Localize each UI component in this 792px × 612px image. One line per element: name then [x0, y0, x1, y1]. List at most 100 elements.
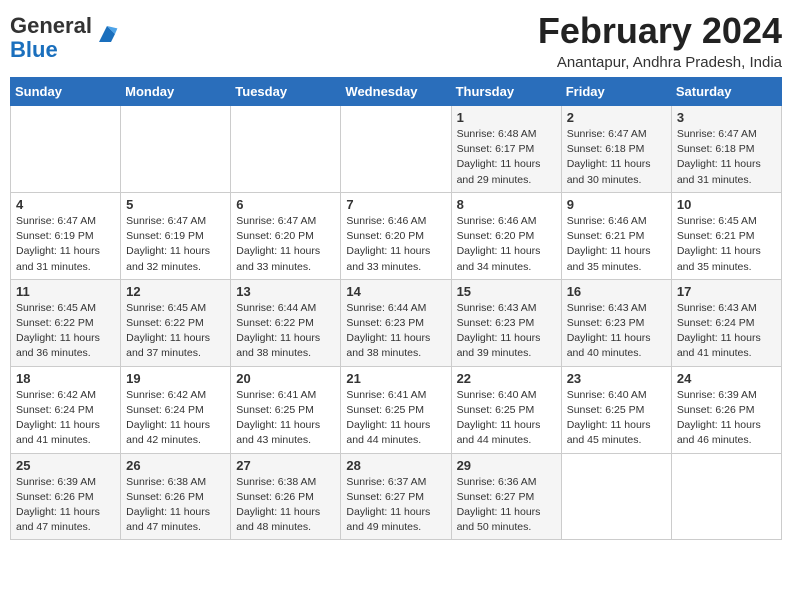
day-number: 16 — [567, 284, 666, 299]
day-info: Sunrise: 6:41 AM Sunset: 6:25 PM Dayligh… — [346, 388, 445, 449]
day-info: Sunrise: 6:38 AM Sunset: 6:26 PM Dayligh… — [126, 475, 225, 536]
day-info: Sunrise: 6:43 AM Sunset: 6:24 PM Dayligh… — [677, 301, 776, 362]
day-number: 13 — [236, 284, 335, 299]
day-number: 12 — [126, 284, 225, 299]
day-number: 6 — [236, 197, 335, 212]
day-info: Sunrise: 6:40 AM Sunset: 6:25 PM Dayligh… — [567, 388, 666, 449]
weekday-header-tuesday: Tuesday — [231, 78, 341, 106]
weekday-header-friday: Friday — [561, 78, 671, 106]
calendar-cell: 23 Sunrise: 6:40 AM Sunset: 6:25 PM Dayli… — [561, 366, 671, 453]
day-number: 26 — [126, 458, 225, 473]
day-info: Sunrise: 6:47 AM Sunset: 6:20 PM Dayligh… — [236, 214, 335, 275]
calendar-cell: 25Sunrise: 6:39 AM Sunset: 6:26 PM Dayli… — [11, 453, 121, 540]
weekday-header-row: SundayMondayTuesdayWednesdayThursdayFrid… — [11, 78, 782, 106]
week-row-2: 4 Sunrise: 6:47 AM Sunset: 6:19 PM Daylig… — [11, 192, 782, 279]
calendar-cell: 13Sunrise: 6:44 AM Sunset: 6:22 PM Dayli… — [231, 279, 341, 366]
calendar-cell — [121, 106, 231, 193]
day-info: Sunrise: 6:47 AM Sunset: 6:18 PM Dayligh… — [677, 127, 776, 188]
week-row-5: 25Sunrise: 6:39 AM Sunset: 6:26 PM Dayli… — [11, 453, 782, 540]
day-number: 14 — [346, 284, 445, 299]
day-number: 1 — [457, 110, 556, 125]
calendar-cell — [341, 106, 451, 193]
calendar-table: SundayMondayTuesdayWednesdayThursdayFrid… — [10, 77, 782, 540]
calendar-cell: 3 Sunrise: 6:47 AM Sunset: 6:18 PM Daylig… — [671, 106, 781, 193]
day-info: Sunrise: 6:42 AM Sunset: 6:24 PM Dayligh… — [126, 388, 225, 449]
calendar-cell: 16 Sunrise: 6:43 AM Sunset: 6:23 PM Dayli… — [561, 279, 671, 366]
month-title: February 2024 — [538, 10, 782, 52]
day-number: 4 — [16, 197, 115, 212]
calendar-cell: 17Sunrise: 6:43 AM Sunset: 6:24 PM Dayli… — [671, 279, 781, 366]
week-row-1: 1 Sunrise: 6:48 AM Sunset: 6:17 PM Daylig… — [11, 106, 782, 193]
day-number: 24 — [677, 371, 776, 386]
calendar-cell: 9 Sunrise: 6:46 AM Sunset: 6:21 PM Daylig… — [561, 192, 671, 279]
calendar-cell: 14 Sunrise: 6:44 AM Sunset: 6:23 PM Dayli… — [341, 279, 451, 366]
weekday-header-thursday: Thursday — [451, 78, 561, 106]
day-info: Sunrise: 6:48 AM Sunset: 6:17 PM Dayligh… — [457, 127, 556, 188]
day-number: 25 — [16, 458, 115, 473]
calendar-cell: 7Sunrise: 6:46 AM Sunset: 6:20 PM Daylig… — [341, 192, 451, 279]
day-number: 2 — [567, 110, 666, 125]
day-info: Sunrise: 6:47 AM Sunset: 6:19 PM Dayligh… — [16, 214, 115, 275]
logo-text: General Blue — [10, 14, 92, 62]
day-number: 29 — [457, 458, 556, 473]
calendar-cell — [11, 106, 121, 193]
page-header: General Blue February 2024 Anantapur, An… — [10, 10, 782, 71]
calendar-cell — [231, 106, 341, 193]
day-number: 22 — [457, 371, 556, 386]
day-info: Sunrise: 6:37 AM Sunset: 6:27 PM Dayligh… — [346, 475, 445, 536]
day-number: 19 — [126, 371, 225, 386]
calendar-cell: 26 Sunrise: 6:38 AM Sunset: 6:26 PM Dayli… — [121, 453, 231, 540]
logo-general: General — [10, 13, 92, 38]
day-number: 28 — [346, 458, 445, 473]
calendar-cell: 12 Sunrise: 6:45 AM Sunset: 6:22 PM Dayli… — [121, 279, 231, 366]
day-info: Sunrise: 6:41 AM Sunset: 6:25 PM Dayligh… — [236, 388, 335, 449]
calendar-cell: 24 Sunrise: 6:39 AM Sunset: 6:26 PM Dayli… — [671, 366, 781, 453]
day-number: 8 — [457, 197, 556, 212]
day-info: Sunrise: 6:44 AM Sunset: 6:23 PM Dayligh… — [346, 301, 445, 362]
week-row-3: 11Sunrise: 6:45 AM Sunset: 6:22 PM Dayli… — [11, 279, 782, 366]
day-number: 9 — [567, 197, 666, 212]
day-number: 10 — [677, 197, 776, 212]
calendar-cell: 8 Sunrise: 6:46 AM Sunset: 6:20 PM Daylig… — [451, 192, 561, 279]
day-info: Sunrise: 6:46 AM Sunset: 6:20 PM Dayligh… — [346, 214, 445, 275]
day-number: 3 — [677, 110, 776, 125]
day-number: 5 — [126, 197, 225, 212]
day-info: Sunrise: 6:43 AM Sunset: 6:23 PM Dayligh… — [457, 301, 556, 362]
day-info: Sunrise: 6:39 AM Sunset: 6:26 PM Dayligh… — [677, 388, 776, 449]
day-info: Sunrise: 6:47 AM Sunset: 6:18 PM Dayligh… — [567, 127, 666, 188]
day-info: Sunrise: 6:46 AM Sunset: 6:21 PM Dayligh… — [567, 214, 666, 275]
day-info: Sunrise: 6:43 AM Sunset: 6:23 PM Dayligh… — [567, 301, 666, 362]
day-number: 18 — [16, 371, 115, 386]
title-area: February 2024 Anantapur, Andhra Pradesh,… — [538, 10, 782, 71]
calendar-cell: 11Sunrise: 6:45 AM Sunset: 6:22 PM Dayli… — [11, 279, 121, 366]
week-row-4: 18 Sunrise: 6:42 AM Sunset: 6:24 PM Dayli… — [11, 366, 782, 453]
weekday-header-monday: Monday — [121, 78, 231, 106]
day-info: Sunrise: 6:40 AM Sunset: 6:25 PM Dayligh… — [457, 388, 556, 449]
day-info: Sunrise: 6:47 AM Sunset: 6:19 PM Dayligh… — [126, 214, 225, 275]
logo-icon — [95, 22, 119, 46]
day-info: Sunrise: 6:46 AM Sunset: 6:20 PM Dayligh… — [457, 214, 556, 275]
day-info: Sunrise: 6:45 AM Sunset: 6:22 PM Dayligh… — [16, 301, 115, 362]
day-info: Sunrise: 6:36 AM Sunset: 6:27 PM Dayligh… — [457, 475, 556, 536]
day-number: 27 — [236, 458, 335, 473]
calendar-cell: 28 Sunrise: 6:37 AM Sunset: 6:27 PM Dayli… — [341, 453, 451, 540]
calendar-cell: 15Sunrise: 6:43 AM Sunset: 6:23 PM Dayli… — [451, 279, 561, 366]
day-number: 23 — [567, 371, 666, 386]
day-number: 21 — [346, 371, 445, 386]
logo-blue: Blue — [10, 37, 58, 62]
calendar-cell: 6 Sunrise: 6:47 AM Sunset: 6:20 PM Daylig… — [231, 192, 341, 279]
calendar-cell: 4 Sunrise: 6:47 AM Sunset: 6:19 PM Daylig… — [11, 192, 121, 279]
day-number: 20 — [236, 371, 335, 386]
calendar-cell: 29 Sunrise: 6:36 AM Sunset: 6:27 PM Dayli… — [451, 453, 561, 540]
calendar-cell: 18 Sunrise: 6:42 AM Sunset: 6:24 PM Dayli… — [11, 366, 121, 453]
calendar-cell: 2 Sunrise: 6:47 AM Sunset: 6:18 PM Daylig… — [561, 106, 671, 193]
day-info: Sunrise: 6:45 AM Sunset: 6:21 PM Dayligh… — [677, 214, 776, 275]
weekday-header-wednesday: Wednesday — [341, 78, 451, 106]
weekday-header-sunday: Sunday — [11, 78, 121, 106]
calendar-cell: 10 Sunrise: 6:45 AM Sunset: 6:21 PM Dayli… — [671, 192, 781, 279]
day-info: Sunrise: 6:42 AM Sunset: 6:24 PM Dayligh… — [16, 388, 115, 449]
logo: General Blue — [10, 14, 119, 62]
calendar-cell: 27Sunrise: 6:38 AM Sunset: 6:26 PM Dayli… — [231, 453, 341, 540]
calendar-cell — [561, 453, 671, 540]
day-info: Sunrise: 6:45 AM Sunset: 6:22 PM Dayligh… — [126, 301, 225, 362]
